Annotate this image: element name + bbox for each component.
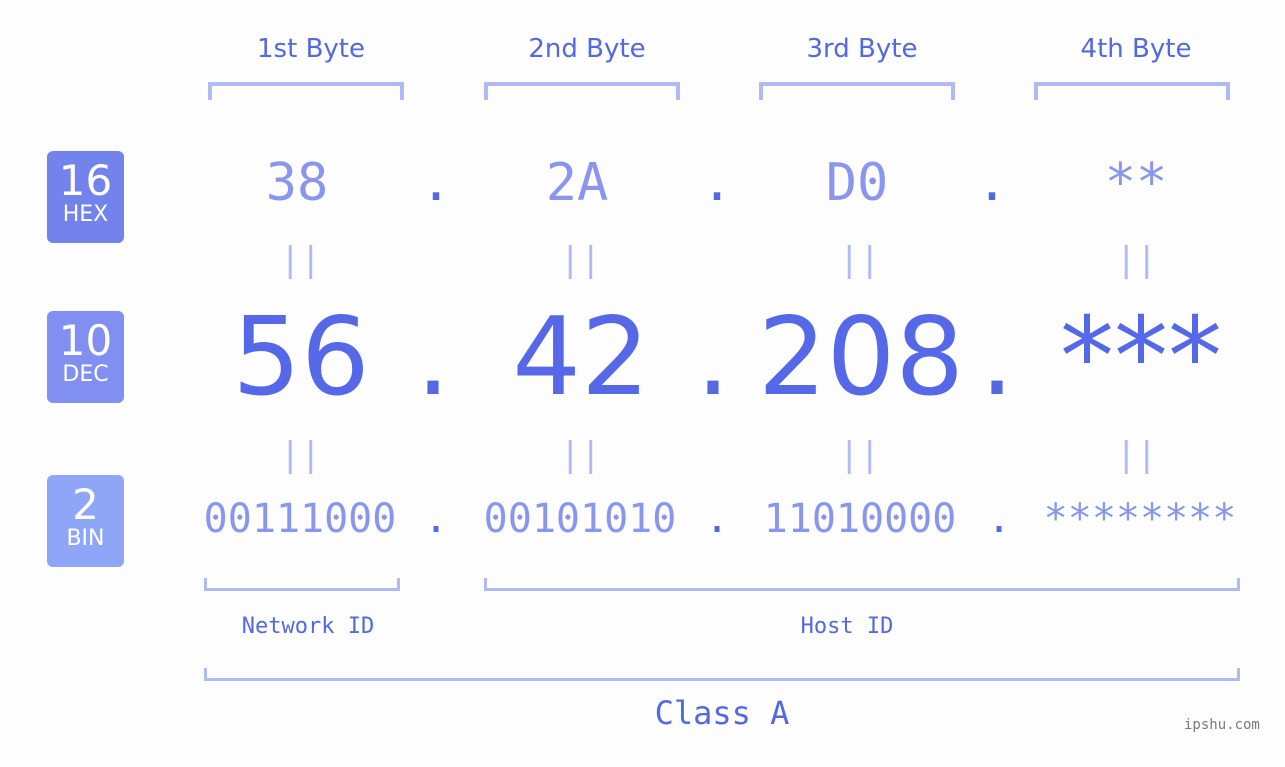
bin-separator: . <box>704 496 730 542</box>
bin-separator: . <box>423 496 449 542</box>
equals-sign: || <box>560 435 601 475</box>
byte-bracket-4 <box>1034 82 1230 100</box>
dec-badge-label: DEC <box>62 362 109 387</box>
dec-separator: . <box>695 295 731 420</box>
class-bracket <box>204 668 1240 681</box>
bin-badge-number: 2 <box>72 480 99 529</box>
equals-sign: || <box>280 435 321 475</box>
equals-sign: || <box>839 240 880 280</box>
equals-sign: || <box>1116 435 1157 475</box>
hex-badge-number: 16 <box>58 156 113 205</box>
bin-separator: . <box>986 496 1012 542</box>
hex-separator: . <box>701 153 733 213</box>
equals-sign: || <box>1116 240 1157 280</box>
byte-header-2: 2nd Byte <box>528 34 646 64</box>
dec-badge-number: 10 <box>58 316 113 365</box>
hex-separator: . <box>976 153 1008 213</box>
bin-badge-label: BIN <box>66 526 105 551</box>
network-id-bracket <box>204 578 400 591</box>
class-label: Class A <box>654 694 790 732</box>
watermark: ipshu.com <box>1184 717 1260 733</box>
dec-separator: . <box>415 295 451 420</box>
hex-badge: 16 HEX <box>47 151 124 243</box>
host-id-label: Host ID <box>800 614 894 639</box>
equals-sign: || <box>280 240 321 280</box>
bin-badge: 2 BIN <box>47 475 124 567</box>
byte-header-4: 4th Byte <box>1080 34 1192 64</box>
equals-sign: || <box>560 240 601 280</box>
byte-bracket-1 <box>208 82 404 100</box>
byte-header-1: 1st Byte <box>257 34 365 64</box>
hex-separator: . <box>420 153 452 213</box>
dec-separator: . <box>979 295 1015 420</box>
dec-badge: 10 DEC <box>47 311 124 403</box>
host-id-bracket <box>484 578 1240 591</box>
equals-sign: || <box>839 435 880 475</box>
byte-bracket-3 <box>759 82 955 100</box>
byte-bracket-2 <box>484 82 680 100</box>
hex-badge-label: HEX <box>62 202 109 227</box>
byte-header-3: 3rd Byte <box>806 34 918 64</box>
network-id-label: Network ID <box>241 614 375 639</box>
